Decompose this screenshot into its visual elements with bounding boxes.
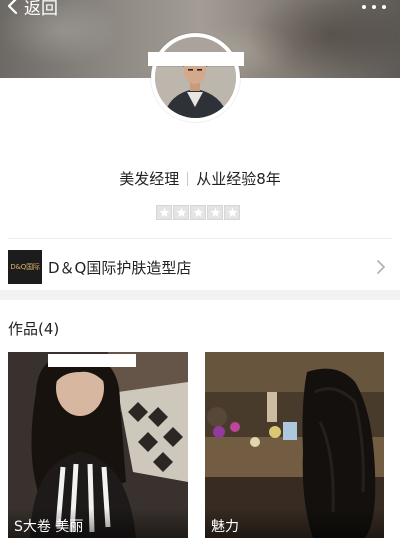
- avatar: [155, 37, 236, 118]
- title-divider: [187, 171, 189, 186]
- star-icon: [156, 205, 172, 220]
- chevron-left-icon: [7, 0, 18, 15]
- back-button[interactable]: 返回: [6, 0, 58, 19]
- work-card[interactable]: S大卷 美丽: [8, 352, 188, 538]
- shop-name: D＆Q国际护肤造型店: [48, 258, 192, 277]
- shop-logo-text: D&Q国际: [10, 263, 40, 271]
- avatar-photo: [155, 37, 236, 118]
- more-dots-icon: [362, 5, 366, 9]
- stylist-profile-page: 返回 美发经理 从业经验8年 D&Q国际 D＆Q国际护肤造型店 作品(4) S大…: [0, 0, 400, 538]
- star-icon: [190, 205, 206, 220]
- avatar-frame[interactable]: [151, 33, 240, 122]
- back-label: 返回: [24, 0, 58, 19]
- divider: [8, 238, 392, 239]
- work-label: 魅力: [205, 508, 384, 538]
- stylist-title: 美发经理 从业经验8年: [0, 168, 400, 189]
- rating-stars: [156, 205, 240, 220]
- more-dot: [372, 5, 376, 9]
- role-text: 美发经理: [119, 170, 180, 188]
- more-button[interactable]: [362, 0, 386, 14]
- more-dot: [382, 5, 386, 9]
- redaction-bar: [48, 354, 136, 367]
- star-icon: [207, 205, 223, 220]
- work-card[interactable]: 魅力: [205, 352, 384, 538]
- experience-text: 从业经验8年: [196, 170, 281, 188]
- section-gap: [0, 290, 400, 300]
- star-icon: [224, 205, 240, 220]
- shop-logo: D&Q国际: [8, 250, 42, 284]
- redaction-bar: [148, 52, 244, 66]
- works-section-title: 作品(4): [8, 320, 60, 338]
- chevron-right-icon: [377, 260, 385, 274]
- work-label: S大卷 美丽: [8, 508, 188, 538]
- shop-link-row[interactable]: D&Q国际 D＆Q国际护肤造型店: [0, 246, 400, 288]
- star-icon: [173, 205, 189, 220]
